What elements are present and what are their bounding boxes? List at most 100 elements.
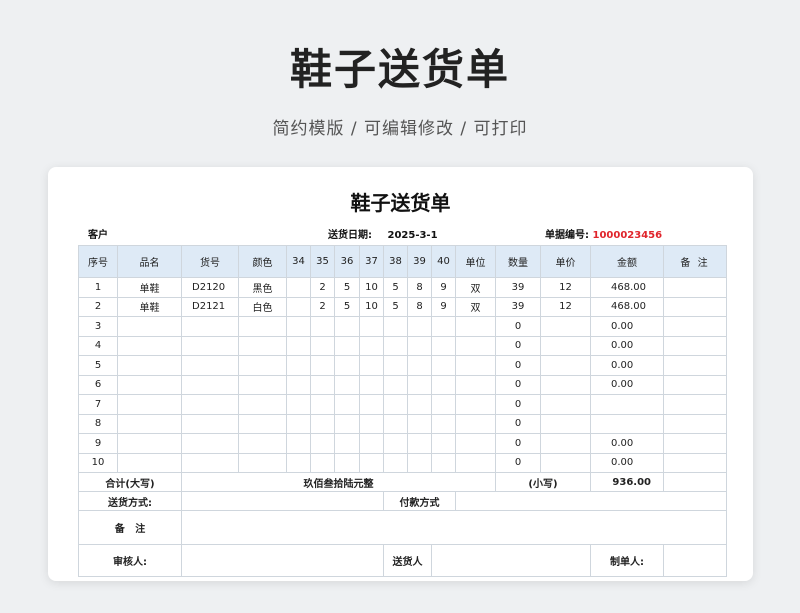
table-cell[interactable] [663, 277, 727, 298]
table-cell[interactable] [181, 433, 239, 454]
table-cell[interactable]: 单鞋 [117, 277, 182, 298]
table-cell[interactable]: 白色 [238, 296, 287, 317]
table-cell[interactable] [431, 355, 456, 376]
table-cell[interactable] [431, 413, 456, 434]
table-cell[interactable] [359, 316, 384, 337]
table-cell[interactable] [286, 355, 311, 376]
table-cell[interactable] [540, 452, 591, 473]
table-cell[interactable] [455, 433, 496, 454]
table-cell[interactable] [455, 335, 496, 356]
table-cell[interactable]: 0.00 [590, 335, 664, 356]
table-cell[interactable] [359, 433, 384, 454]
table-cell[interactable] [238, 374, 287, 395]
table-cell[interactable]: 0 [495, 374, 541, 395]
table-cell[interactable] [590, 413, 664, 434]
table-cell[interactable] [117, 452, 182, 473]
table-cell[interactable]: 0.00 [590, 374, 664, 395]
table-cell[interactable] [431, 374, 456, 395]
table-cell[interactable] [663, 355, 727, 376]
table-cell[interactable]: 12 [540, 277, 591, 298]
table-cell[interactable] [359, 413, 384, 434]
table-cell[interactable] [663, 452, 727, 473]
table-cell[interactable]: 5 [383, 296, 408, 317]
table-cell[interactable]: 0 [495, 316, 541, 337]
table-cell[interactable] [359, 355, 384, 376]
table-cell[interactable]: 9 [78, 433, 118, 454]
reviewer-value[interactable] [181, 544, 384, 577]
table-cell[interactable]: 468.00 [590, 277, 664, 298]
table-cell[interactable] [286, 277, 311, 298]
table-cell[interactable]: 单鞋 [117, 296, 182, 317]
table-cell[interactable] [286, 452, 311, 473]
table-cell[interactable] [334, 374, 360, 395]
table-cell[interactable]: 6 [78, 374, 118, 395]
table-cell[interactable] [359, 452, 384, 473]
table-cell[interactable]: 0 [495, 413, 541, 434]
table-cell[interactable] [181, 316, 239, 337]
table-cell[interactable]: 0.00 [590, 355, 664, 376]
table-cell[interactable]: 39 [495, 296, 541, 317]
table-cell[interactable] [540, 433, 591, 454]
table-cell[interactable]: 8 [407, 277, 432, 298]
table-cell[interactable]: 双 [455, 277, 496, 298]
table-cell[interactable] [286, 374, 311, 395]
table-cell[interactable]: 9 [431, 277, 456, 298]
table-cell[interactable]: 5 [78, 355, 118, 376]
table-cell[interactable] [117, 394, 182, 415]
table-cell[interactable] [181, 452, 239, 473]
table-cell[interactable] [383, 335, 408, 356]
table-cell[interactable]: 10 [78, 452, 118, 473]
table-cell[interactable] [407, 452, 432, 473]
table-cell[interactable] [310, 374, 335, 395]
table-cell[interactable] [334, 335, 360, 356]
table-cell[interactable] [286, 433, 311, 454]
table-cell[interactable] [407, 316, 432, 337]
table-cell[interactable] [540, 335, 591, 356]
table-cell[interactable] [359, 335, 384, 356]
table-cell[interactable]: 9 [431, 296, 456, 317]
table-cell[interactable] [117, 433, 182, 454]
table-cell[interactable] [334, 413, 360, 434]
maker-value[interactable] [663, 544, 727, 577]
table-cell[interactable] [663, 296, 727, 317]
table-cell[interactable] [407, 394, 432, 415]
table-cell[interactable] [540, 316, 591, 337]
table-cell[interactable] [310, 433, 335, 454]
table-cell[interactable]: 0 [495, 335, 541, 356]
table-cell[interactable] [310, 413, 335, 434]
table-cell[interactable] [407, 433, 432, 454]
table-cell[interactable] [663, 316, 727, 337]
table-cell[interactable] [238, 413, 287, 434]
table-cell[interactable] [407, 413, 432, 434]
table-cell[interactable]: 2 [78, 296, 118, 317]
deliverer-value[interactable] [431, 544, 591, 577]
table-cell[interactable] [181, 355, 239, 376]
delivery-method-value[interactable] [181, 491, 384, 511]
table-cell[interactable]: 0 [495, 394, 541, 415]
table-cell[interactable] [286, 394, 311, 415]
table-cell[interactable] [455, 316, 496, 337]
table-cell[interactable] [383, 433, 408, 454]
table-cell[interactable] [540, 413, 591, 434]
table-cell[interactable] [663, 394, 727, 415]
table-cell[interactable] [334, 316, 360, 337]
table-cell[interactable] [407, 355, 432, 376]
table-cell[interactable]: 0.00 [590, 452, 664, 473]
table-cell[interactable] [238, 355, 287, 376]
table-cell[interactable]: 3 [78, 316, 118, 337]
table-cell[interactable]: 7 [78, 394, 118, 415]
table-cell[interactable] [117, 335, 182, 356]
table-cell[interactable] [359, 374, 384, 395]
table-cell[interactable] [383, 316, 408, 337]
table-cell[interactable] [540, 394, 591, 415]
table-cell[interactable]: 10 [359, 296, 384, 317]
table-cell[interactable]: 2 [310, 277, 335, 298]
table-cell[interactable]: 双 [455, 296, 496, 317]
table-cell[interactable] [455, 394, 496, 415]
table-cell[interactable] [383, 413, 408, 434]
table-cell[interactable]: 黑色 [238, 277, 287, 298]
table-cell[interactable]: 0.00 [590, 316, 664, 337]
table-cell[interactable] [286, 296, 311, 317]
table-cell[interactable] [455, 452, 496, 473]
table-cell[interactable]: 12 [540, 296, 591, 317]
